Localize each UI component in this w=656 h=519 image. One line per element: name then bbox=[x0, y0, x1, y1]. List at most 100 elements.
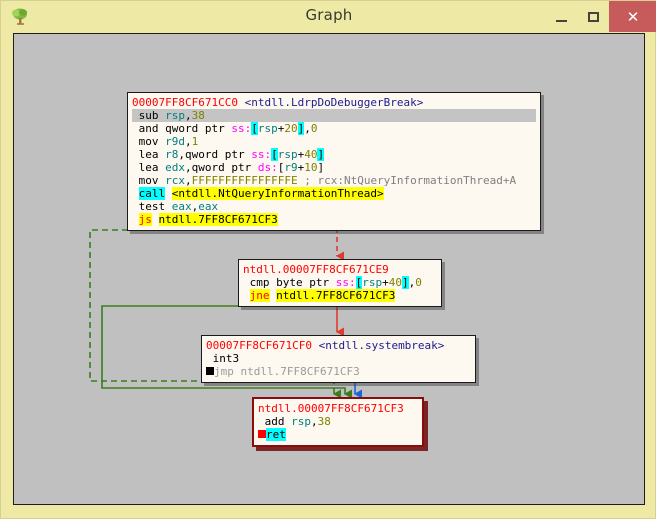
code-token: ; rcx:NtQueryInformationThread+A bbox=[297, 174, 517, 187]
disasm-line[interactable]: mov rcx,FFFFFFFFFFFFFFFE ; rcx:NtQueryIn… bbox=[132, 174, 536, 187]
code-token: ss: bbox=[335, 276, 356, 289]
disasm-line[interactable]: ret bbox=[258, 428, 418, 441]
block-header: 00007FF8CF671CC0 <ntdll.LdrpDoDebuggerBr… bbox=[132, 96, 536, 109]
code-token: ntdll.7FF8CF671CF3 bbox=[276, 289, 396, 302]
graph-canvas[interactable]: 00007FF8CF671CC0 <ntdll.LdrpDoDebuggerBr… bbox=[13, 33, 645, 505]
minimize-button[interactable] bbox=[545, 1, 577, 32]
disasm-block-cmp[interactable]: ntdll.00007FF8CF671CE9 cmp byte ptr ss:[… bbox=[238, 259, 442, 307]
disasm-line[interactable]: lea r8,qword ptr ss:[rsp+40] bbox=[132, 148, 536, 161]
close-button[interactable]: ✕ bbox=[609, 1, 656, 32]
code-token: [ bbox=[251, 122, 258, 135]
code-token: ds: bbox=[257, 161, 278, 174]
code-token: [ bbox=[271, 148, 278, 161]
code-token: ,qword ptr bbox=[185, 161, 258, 174]
disasm-line[interactable]: int3 bbox=[206, 352, 471, 365]
gutter-spacer bbox=[132, 200, 139, 213]
code-token: edx bbox=[165, 161, 185, 174]
code-token: 0 bbox=[415, 276, 422, 289]
code-token: 10 bbox=[304, 161, 318, 174]
code-token: 40 bbox=[304, 148, 318, 161]
code-token: r9d bbox=[165, 135, 185, 148]
disasm-line[interactable]: js ntdll.7FF8CF671CF3 bbox=[132, 213, 536, 226]
code-token: lea bbox=[138, 161, 166, 174]
disasm-line[interactable]: jmp ntdll.7FF8CF671CF3 bbox=[206, 365, 471, 378]
graph-layer: 00007FF8CF671CC0 <ntdll.LdrpDoDebuggerBr… bbox=[14, 34, 644, 504]
code-token: 1 bbox=[191, 135, 199, 148]
disasm-block-ret[interactable]: ntdll.00007FF8CF671CF3 add rsp,38 ret bbox=[252, 397, 424, 447]
gutter-spacer bbox=[132, 213, 139, 226]
code-token: r9 bbox=[284, 161, 298, 174]
block-address: ntdll.00007FF8CF671CE9 bbox=[243, 263, 389, 276]
code-token: , bbox=[185, 109, 192, 122]
code-token: lea bbox=[138, 148, 166, 161]
code-token: , bbox=[311, 415, 318, 428]
code-token: 38 bbox=[191, 109, 205, 122]
block-header: 00007FF8CF671CF0 <ntdll.systembreak> bbox=[206, 339, 471, 352]
code-token: call bbox=[138, 187, 166, 200]
disasm-line[interactable]: jne ntdll.7FF8CF671CF3 bbox=[243, 289, 437, 302]
disasm-line[interactable]: mov r9d,1 bbox=[132, 135, 536, 148]
maximize-icon bbox=[587, 11, 599, 22]
disasm-line[interactable]: sub rsp,38 bbox=[132, 109, 536, 122]
code-token: + bbox=[382, 276, 389, 289]
code-token: , bbox=[185, 135, 192, 148]
maximize-button[interactable] bbox=[577, 1, 609, 32]
block-symbol: <ntdll.LdrpDoDebuggerBreak> bbox=[244, 96, 424, 109]
code-token: <ntdll.NtQueryInformationThread> bbox=[171, 187, 384, 200]
code-token: 38 bbox=[317, 415, 331, 428]
disasm-line[interactable]: test eax,eax bbox=[132, 200, 536, 213]
code-token: js bbox=[138, 213, 152, 226]
code-token: test bbox=[138, 200, 172, 213]
code-token: ] bbox=[401, 276, 409, 289]
code-token: ret bbox=[266, 428, 286, 441]
breakpoint-icon[interactable] bbox=[258, 430, 266, 438]
code-token: eax bbox=[198, 200, 219, 213]
window-controls: ✕ bbox=[545, 1, 656, 32]
disasm-line[interactable]: add rsp,38 bbox=[258, 415, 418, 428]
disasm-line[interactable]: call <ntdll.NtQueryInformationThread> bbox=[132, 187, 536, 200]
gutter-spacer bbox=[258, 415, 265, 428]
code-token: sub bbox=[138, 109, 166, 122]
code-token: 20 bbox=[284, 122, 298, 135]
gutter-spacer bbox=[132, 135, 139, 148]
gutter-spacer bbox=[243, 276, 250, 289]
block-address: ntdll.00007FF8CF671CF3 bbox=[258, 402, 404, 415]
code-token: mov bbox=[138, 174, 166, 187]
breakpoint-disabled-icon[interactable] bbox=[206, 367, 214, 375]
gutter-spacer bbox=[132, 161, 139, 174]
code-token: ,qword ptr bbox=[178, 148, 252, 161]
disasm-block-entry[interactable]: 00007FF8CF671CC0 <ntdll.LdrpDoDebuggerBr… bbox=[127, 92, 541, 231]
code-token: 40 bbox=[388, 276, 402, 289]
gutter-spacer bbox=[132, 174, 139, 187]
block-header: ntdll.00007FF8CF671CF3 bbox=[258, 402, 418, 415]
gutter-spacer bbox=[132, 187, 139, 200]
block-address: 00007FF8CF671CF0 bbox=[206, 339, 312, 352]
code-token: , bbox=[304, 122, 311, 135]
minimize-icon bbox=[555, 19, 567, 22]
code-token: FFFFFFFFFFFFFFFE bbox=[191, 174, 298, 187]
title-bar[interactable]: Graph ✕ bbox=[1, 1, 656, 32]
code-token: 0 bbox=[310, 122, 318, 135]
code-token: jne bbox=[249, 289, 270, 302]
code-token: rsp bbox=[165, 109, 185, 122]
code-token: jmp ntdll.7FF8CF671CF3 bbox=[214, 365, 360, 378]
disasm-line[interactable]: lea edx,qword ptr ds:[r9+10] bbox=[132, 161, 536, 174]
code-token: ss: bbox=[251, 148, 272, 161]
code-token: ] bbox=[317, 148, 325, 161]
disasm-block-systembreak[interactable]: 00007FF8CF671CF0 <ntdll.systembreak> int… bbox=[201, 335, 476, 383]
code-token: rsp bbox=[277, 148, 298, 161]
code-token: r8 bbox=[165, 148, 179, 161]
code-token: rsp bbox=[257, 122, 278, 135]
gutter-spacer bbox=[132, 122, 139, 135]
code-token: int3 bbox=[212, 352, 240, 365]
code-token: cmp byte ptr bbox=[249, 276, 336, 289]
disasm-line[interactable]: and qword ptr ss:[rsp+20],0 bbox=[132, 122, 536, 135]
code-token: ss: bbox=[231, 122, 252, 135]
disasm-line[interactable]: cmp byte ptr ss:[rsp+40],0 bbox=[243, 276, 437, 289]
code-token: ] bbox=[317, 161, 325, 174]
code-token: rsp bbox=[291, 415, 311, 428]
code-token: mov bbox=[138, 135, 166, 148]
code-token: and qword ptr bbox=[138, 122, 232, 135]
